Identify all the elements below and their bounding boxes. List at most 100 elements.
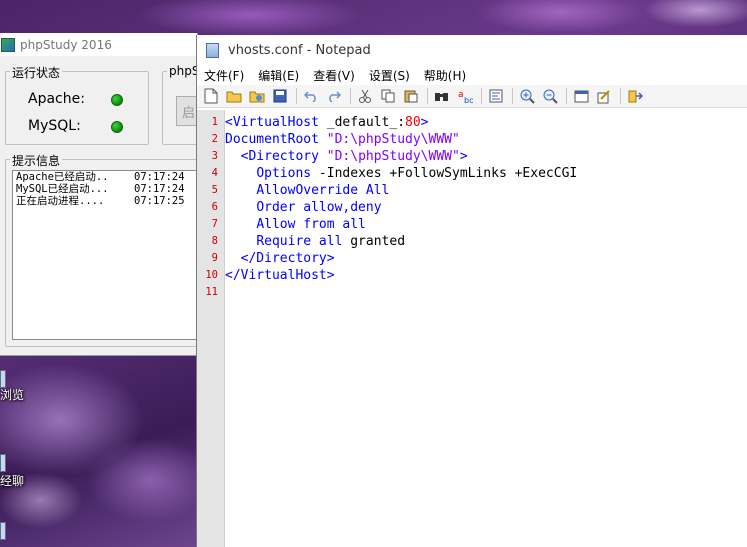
text-editor[interactable]: 1 <VirtualHost _default_:80> 2 DocumentRoot…: [197, 110, 747, 547]
code-token: granted: [342, 234, 406, 249]
menu-help[interactable]: 帮助(H): [417, 67, 473, 84]
code-token: Order allow,deny: [256, 200, 382, 215]
code-line[interactable]: 11: [197, 284, 747, 301]
code-token: >: [420, 115, 429, 130]
code-token: Require all: [256, 234, 343, 249]
reload-icon[interactable]: [248, 87, 266, 105]
code-token: </VirtualHost>: [225, 268, 335, 283]
toolbar-separator: [296, 88, 297, 104]
sync-icon[interactable]: [572, 87, 590, 105]
save-icon[interactable]: [271, 87, 289, 105]
open-file-icon[interactable]: [225, 87, 243, 105]
phpstudy-titlebar[interactable]: phpStudy 2016: [0, 33, 197, 56]
notepad-title: vhosts.conf - Notepad: [228, 42, 371, 58]
code-area[interactable]: 1 <VirtualHost _default_:80> 2 DocumentRoot…: [197, 114, 747, 301]
notepad-app-icon: [206, 42, 219, 58]
find-icon[interactable]: [433, 87, 451, 105]
line-number: 8: [211, 235, 218, 247]
mysql-status-indicator-icon: [111, 121, 123, 133]
code-line[interactable]: 3 <Directory "D:\phpStudy\WWW">: [197, 148, 747, 165]
line-text: </Directory>: [221, 250, 335, 267]
start-button-label: 启: [181, 105, 195, 121]
log-message: Apache已经启动..: [16, 171, 109, 183]
line-text: Require all granted: [221, 233, 405, 250]
log-message: MySQL已经启动...: [16, 183, 109, 195]
start-button[interactable]: 启: [176, 96, 198, 126]
line-text: Allow from all: [221, 216, 366, 233]
log-list[interactable]: Apache已经启动.. 07:17:24 MySQL已经启动... 07:17…: [12, 170, 199, 340]
apache-status-indicator-icon: [111, 94, 123, 106]
code-line[interactable]: 6 Order allow,deny: [197, 199, 747, 216]
code-line[interactable]: 7 Allow from all: [197, 216, 747, 233]
code-line[interactable]: 2 DocumentRoot "D:\phpStudy\WWW": [197, 131, 747, 148]
menu-bar: 文件(F) 编辑(E) 查看(V) 设置(S) 帮助(H): [197, 65, 747, 85]
svg-text:bc: bc: [464, 96, 473, 104]
line-number: 6: [211, 201, 218, 213]
desktop-shortcut-icon[interactable]: [0, 454, 6, 472]
code-token: Options: [256, 166, 312, 181]
redo-icon[interactable]: [325, 87, 343, 105]
menu-view[interactable]: 查看(V): [306, 67, 362, 84]
line-number: 2: [211, 133, 218, 145]
line-text: </VirtualHost>: [221, 267, 335, 284]
zoom-out-icon[interactable]: [541, 87, 559, 105]
copy-icon[interactable]: [379, 87, 397, 105]
svg-text:a: a: [458, 90, 464, 100]
code-line[interactable]: 1 <VirtualHost _default_:80>: [197, 114, 747, 131]
code-token: <VirtualHost: [225, 115, 319, 130]
line-text: [221, 284, 225, 301]
menu-edit[interactable]: 编辑(E): [251, 67, 306, 84]
desktop-shortcut-icon[interactable]: [0, 522, 6, 540]
apache-label: Apache:: [28, 91, 85, 107]
log-item: MySQL已经启动... 07:17:24: [13, 183, 198, 195]
line-text: Order allow,deny: [221, 199, 382, 216]
toolbar-separator: [512, 88, 513, 104]
line-text: DocumentRoot "D:\phpStudy\WWW": [221, 131, 460, 148]
wrap-icon[interactable]: [487, 87, 505, 105]
phpstudy-app-icon: [1, 37, 15, 52]
code-line[interactable]: 10 </VirtualHost>: [197, 267, 747, 284]
code-token: <Directory: [240, 149, 319, 164]
log-time: 07:17:24: [134, 183, 185, 195]
toolbar-separator: [350, 88, 351, 104]
notepad-titlebar[interactable]: vhosts.conf - Notepad: [197, 35, 747, 65]
toolbar-separator: [481, 88, 482, 104]
code-line[interactable]: 4 Options -Indexes +FollowSymLinks +Exec…: [197, 165, 747, 182]
log-message: 正在启动进程....: [16, 195, 105, 207]
code-line[interactable]: 5 AllowOverride All: [197, 182, 747, 199]
code-token: Allow from all: [256, 217, 366, 232]
line-number: 5: [211, 184, 218, 196]
line-text: <VirtualHost _default_:80>: [221, 114, 429, 131]
menu-settings[interactable]: 设置(S): [362, 67, 417, 84]
macro-icon[interactable]: [595, 87, 613, 105]
log-time: 07:17:25: [134, 195, 185, 207]
undo-icon[interactable]: [302, 87, 320, 105]
menu-file[interactable]: 文件(F): [197, 67, 251, 84]
paste-icon[interactable]: [402, 87, 420, 105]
toolbar-separator: [566, 88, 567, 104]
code-line[interactable]: 8 Require all granted: [197, 233, 747, 250]
line-number: 9: [211, 252, 218, 264]
line-number: 1: [211, 116, 218, 128]
run-icon[interactable]: [626, 87, 644, 105]
cut-icon[interactable]: [356, 87, 374, 105]
toolbar: a bc: [197, 85, 747, 108]
code-token: -Indexes +FollowSymLinks +ExecCGI: [311, 166, 578, 181]
desktop-label-browse[interactable]: 浏览: [0, 386, 24, 403]
run-status-legend: 运行状态: [10, 64, 63, 81]
code-token: >: [459, 149, 468, 164]
log-item: 正在启动进程.... 07:17:25: [13, 195, 198, 207]
code-line[interactable]: 9 </Directory>: [197, 250, 747, 267]
zoom-in-icon[interactable]: [518, 87, 536, 105]
line-text: <Directory "D:\phpStudy\WWW">: [221, 148, 468, 165]
line-number: 11: [205, 286, 218, 298]
log-item: Apache已经启动.. 07:17:24: [13, 171, 198, 183]
line-number: 3: [211, 150, 218, 162]
new-file-icon[interactable]: [202, 87, 220, 105]
line-number: 7: [211, 218, 218, 230]
code-token: DocumentRoot: [225, 132, 319, 147]
replace-icon[interactable]: a bc: [456, 87, 474, 105]
desktop-label-chat[interactable]: 经聊: [0, 472, 24, 489]
